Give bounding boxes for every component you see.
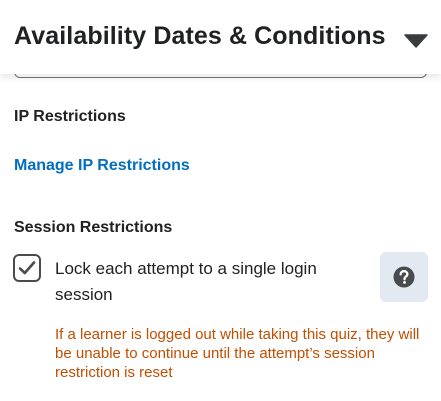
- panel-header: Availability Dates & Conditions: [0, 0, 441, 74]
- collapse-button[interactable]: [400, 27, 432, 55]
- lock-attempt-checkbox[interactable]: [13, 254, 41, 282]
- ip-restrictions-heading: IP Restrictions: [14, 108, 126, 125]
- availability-panel: Availability Dates & Conditions IP Restr…: [0, 0, 441, 401]
- session-restrictions-heading: Session Restrictions: [14, 219, 173, 236]
- caret-down-icon: [404, 34, 428, 48]
- question-circle-icon: [393, 266, 415, 288]
- manage-ip-restrictions-link[interactable]: Manage IP Restrictions: [14, 157, 190, 175]
- panel-title: Availability Dates & Conditions: [14, 22, 386, 50]
- checkmark-icon: [18, 261, 36, 275]
- session-restriction-warning: If a learner is logged out while taking …: [55, 326, 420, 381]
- help-button[interactable]: [380, 252, 428, 302]
- lock-attempt-label[interactable]: Lock each attempt to a single login sess…: [55, 256, 345, 308]
